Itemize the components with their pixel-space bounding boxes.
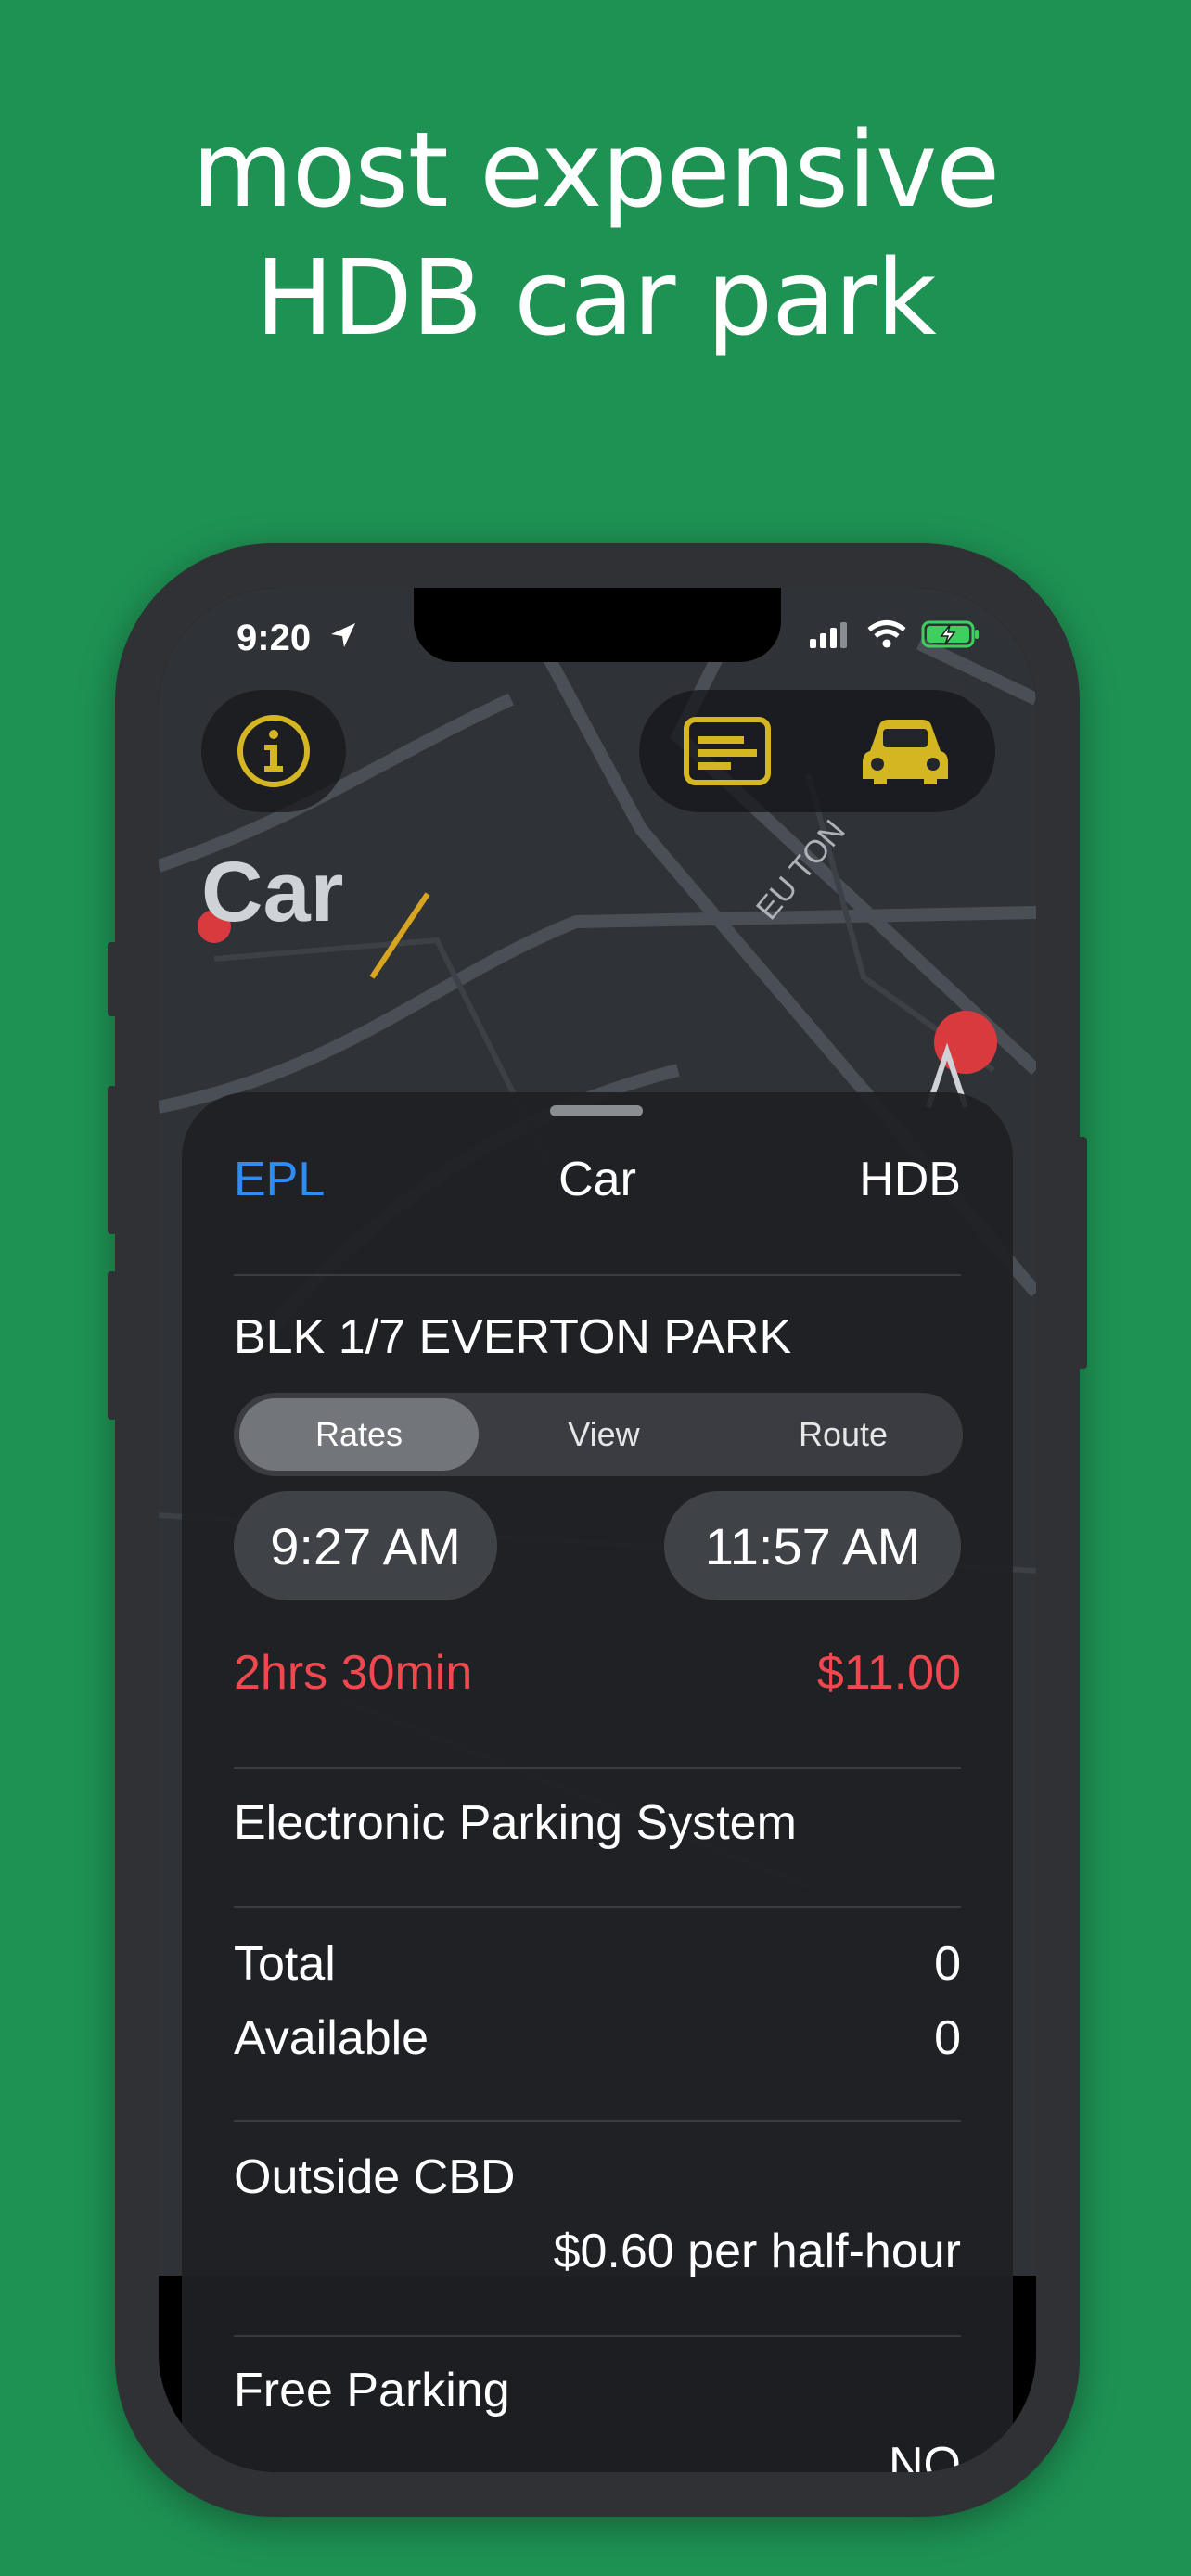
headline-line-1: most expensive <box>191 110 1000 231</box>
divider <box>234 1274 961 1276</box>
info-button[interactable] <box>201 690 346 812</box>
divider <box>234 1767 961 1769</box>
parking-cost: $11.00 <box>816 1646 961 1700</box>
rate-value: $0.60 per half-hour <box>553 2225 961 2278</box>
zone-label: Outside CBD <box>234 2150 516 2204</box>
camera-notch <box>414 588 781 662</box>
location-arrow-icon <box>331 623 355 647</box>
free-parking-value: NO <box>889 2438 961 2472</box>
mode-toggle-group <box>639 690 995 812</box>
detail-segmented-control: Rates View Route <box>234 1393 963 1476</box>
sheet-grabber[interactable] <box>550 1105 643 1116</box>
volume-down-button <box>108 1271 117 1420</box>
cellular-signal-icon <box>810 622 847 648</box>
carpark-name: BLK 1/7 EVERTON PARK <box>234 1310 792 1364</box>
available-lots-value: 0 <box>934 2011 961 2065</box>
tab-hdb[interactable]: HDB <box>234 1152 961 1207</box>
divider <box>234 2335 961 2337</box>
info-icon <box>237 715 310 787</box>
power-button <box>1078 1137 1087 1369</box>
free-parking-label: Free Parking <box>234 2364 510 2417</box>
parking-system-type: Electronic Parking System <box>234 1796 797 1850</box>
headline-line-2: HDB car park <box>255 238 936 359</box>
status-time: 9:20 <box>237 618 312 658</box>
start-time-picker[interactable]: 9:27 AM <box>234 1491 497 1600</box>
battery-charging-icon <box>921 620 979 648</box>
status-icons <box>808 619 980 649</box>
map-place-label: Car <box>201 845 344 939</box>
mute-switch <box>108 942 117 1016</box>
segment-route[interactable]: Route <box>724 1393 963 1476</box>
phone-frame: EU TON Car 9:20 EPL Car HDB BLK 1/7 EVER… <box>108 543 1087 2517</box>
total-lots-value: 0 <box>934 1937 961 1991</box>
carpark-detail-sheet: EPL Car HDB BLK 1/7 EVERTON PARK Rates V… <box>182 1092 1013 2472</box>
divider <box>234 1906 961 1908</box>
car-icon[interactable] <box>859 714 952 788</box>
promo-headline: most expensive HDB car park <box>0 107 1191 363</box>
divider <box>234 2120 961 2122</box>
card-icon[interactable] <box>683 716 772 786</box>
phone-screen: EU TON Car 9:20 EPL Car HDB BLK 1/7 EVER… <box>159 588 1036 2472</box>
segment-view[interactable]: View <box>484 1393 724 1476</box>
wifi-icon <box>867 620 906 648</box>
end-time-picker[interactable]: 11:57 AM <box>664 1491 961 1600</box>
segment-rates[interactable]: Rates <box>239 1398 479 1471</box>
volume-up-button <box>108 1086 117 1234</box>
